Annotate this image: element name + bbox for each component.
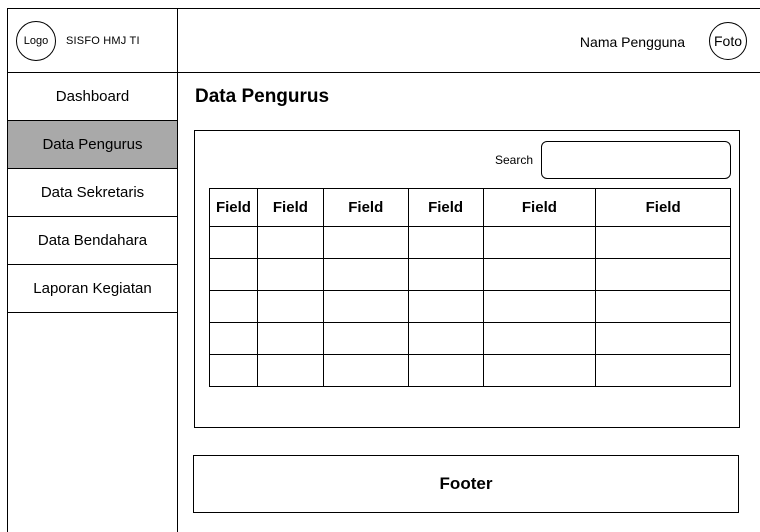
- table-cell: [407, 322, 484, 355]
- table-cell: [256, 354, 324, 387]
- table-cell: [256, 322, 324, 355]
- page-title: Data Pengurus: [195, 86, 330, 107]
- table-cell: [209, 258, 258, 291]
- table-cell: [595, 354, 731, 387]
- table-cell: [482, 354, 597, 387]
- search-input[interactable]: [541, 141, 731, 179]
- brand-area: Logo SISFO HMJ TI: [8, 9, 178, 73]
- sidebar-item-data-sekretaris[interactable]: Data Sekretaris: [8, 169, 177, 217]
- table-row[interactable]: [209, 226, 731, 259]
- column-header[interactable]: Field: [482, 188, 597, 227]
- table-cell: [482, 258, 597, 291]
- table-cell: [256, 290, 324, 323]
- sidebar-item-dashboard[interactable]: Dashboard: [8, 73, 177, 121]
- table-cell: [407, 258, 484, 291]
- column-header[interactable]: Field: [595, 188, 731, 227]
- table-cell: [407, 226, 484, 259]
- user-name: Nama Pengguna: [579, 34, 685, 50]
- table-cell: [256, 258, 324, 291]
- table-row[interactable]: [209, 322, 731, 355]
- column-header[interactable]: Field: [209, 188, 258, 227]
- table-row[interactable]: [209, 354, 731, 387]
- table-cell: [209, 226, 258, 259]
- table-cell: [482, 226, 597, 259]
- logo: Logo: [16, 21, 56, 61]
- table-cell: [595, 258, 731, 291]
- table-cell: [322, 258, 409, 291]
- search-label: Search: [495, 153, 534, 167]
- table-cell: [209, 354, 258, 387]
- table-cell: [482, 322, 597, 355]
- table-cell: [256, 226, 324, 259]
- table-header-row: Field Field Field Field Field Field: [209, 188, 731, 227]
- table-cell: [595, 226, 731, 259]
- table-cell: [322, 290, 409, 323]
- top-header: Logo SISFO HMJ TI Nama Pengguna Foto: [8, 9, 760, 73]
- column-header[interactable]: Field: [322, 188, 409, 227]
- sidebar-item-laporan-kegiatan[interactable]: Laporan Kegiatan: [8, 265, 177, 313]
- table-cell: [407, 290, 484, 323]
- column-header[interactable]: Field: [256, 188, 324, 227]
- table-cell: [595, 322, 731, 355]
- table-cell: [595, 290, 731, 323]
- table-cell: [322, 226, 409, 259]
- table-cell: [322, 322, 409, 355]
- footer: Footer: [193, 455, 739, 513]
- table-row[interactable]: [209, 290, 731, 323]
- table-cell: [209, 322, 258, 355]
- data-table: Field Field Field Field Field Field: [209, 188, 731, 387]
- sidebar-item-data-pengurus[interactable]: Data Pengurus: [8, 121, 177, 169]
- data-panel: Search Field Field Field Field Field Fie…: [194, 130, 740, 428]
- sidebar-item-data-bendahara[interactable]: Data Bendahara: [8, 217, 177, 265]
- table-cell: [209, 290, 258, 323]
- avatar[interactable]: Foto: [709, 22, 747, 60]
- table-cell: [407, 354, 484, 387]
- app-name: SISFO HMJ TI: [66, 35, 140, 47]
- sidebar: Dashboard Data Pengurus Data Sekretaris …: [8, 73, 178, 532]
- table-cell: [482, 290, 597, 323]
- table-row[interactable]: [209, 258, 731, 291]
- column-header[interactable]: Field: [407, 188, 484, 227]
- table-cell: [322, 354, 409, 387]
